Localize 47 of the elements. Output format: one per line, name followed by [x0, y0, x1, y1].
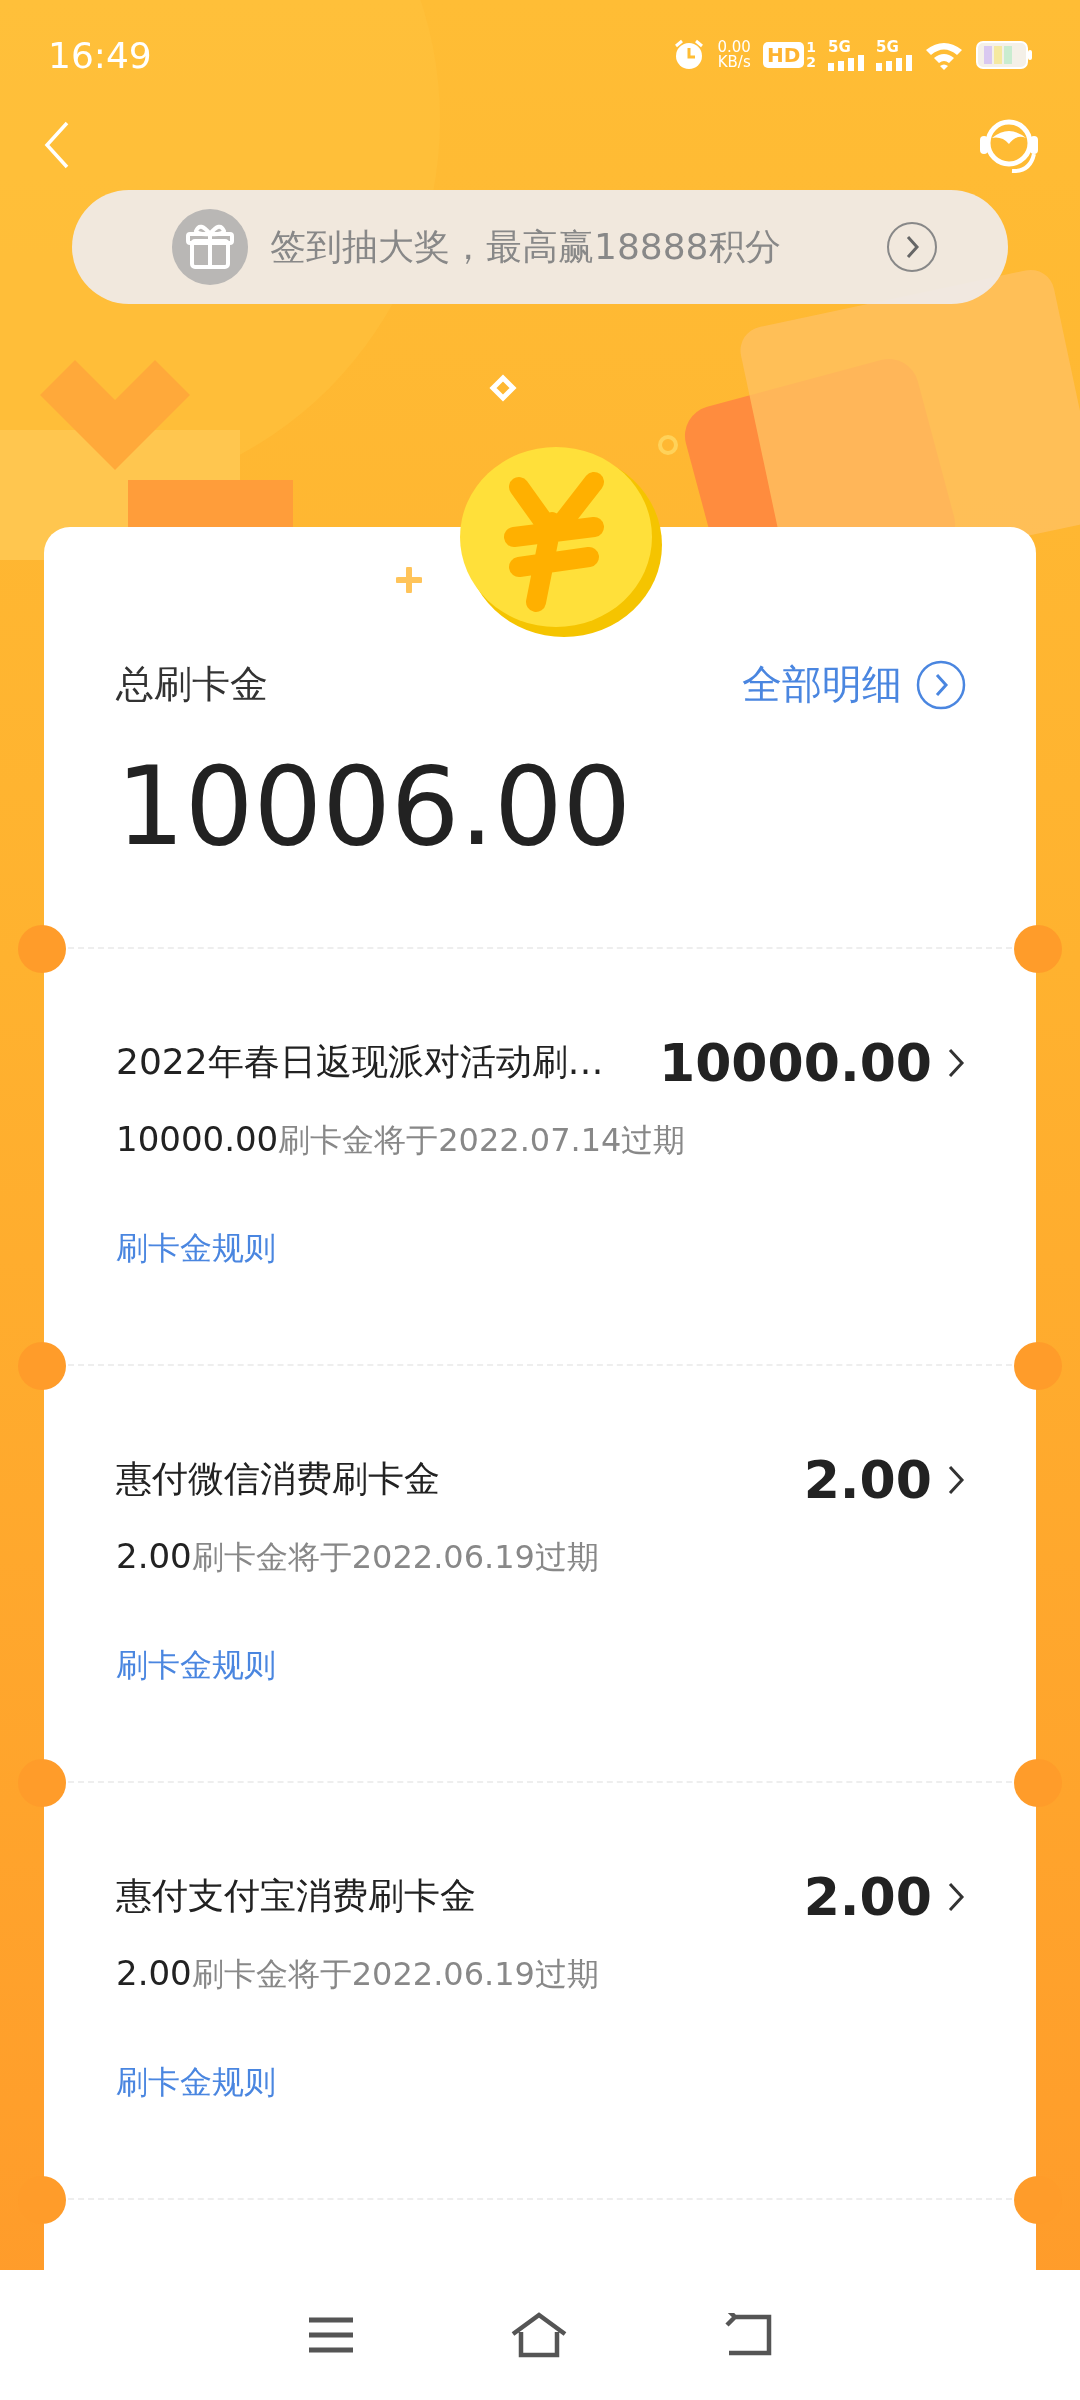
ticket-notch: [18, 924, 66, 973]
wifi-icon: [924, 40, 964, 70]
item-title: 惠付微信消费刷卡金: [116, 1457, 441, 1502]
sim-slot-label: 2: [806, 55, 816, 70]
network-type: 5G: [876, 39, 899, 55]
signal-icon: [876, 55, 912, 71]
chevron-circle-icon: [916, 659, 966, 710]
item-amount: 10000.00: [658, 1032, 932, 1093]
ticket-notch: [18, 1341, 66, 1390]
expiry-text: 刷卡金将于2022.06.19过期: [191, 1536, 599, 1578]
menu-icon[interactable]: [307, 2315, 356, 2355]
rules-link[interactable]: 刷卡金规则: [116, 1643, 276, 1688]
item-title: 惠付支付宝消费刷卡金: [116, 1874, 477, 1919]
gift-icon: [172, 209, 248, 285]
item-title: 2022年春日返现派对活动刷…: [116, 1040, 605, 1085]
battery-icon: [976, 40, 1032, 70]
signal-icon: [828, 55, 864, 71]
expiry-amount: 10000.00: [116, 1118, 279, 1159]
ticket-notch: [1014, 1341, 1062, 1390]
rules-link[interactable]: 刷卡金规则: [116, 2060, 276, 2105]
home-icon[interactable]: [510, 2312, 568, 2358]
promo-banner[interactable]: 签到抽大奖，最高赢18888积分: [72, 190, 1008, 304]
chevron-circle-icon: [886, 221, 938, 273]
expiry-text: 刷卡金将于2022.06.19过期: [191, 1953, 599, 1995]
sim-slot-label: 1: [806, 40, 816, 55]
total-label: 总刷卡金: [116, 661, 268, 708]
expiry-amount: 2.00: [116, 1952, 192, 1993]
sparkle-icon: [396, 567, 422, 593]
hd-badge: HD: [762, 42, 805, 68]
balance-item[interactable]: 2022年春日返现派对活动刷… 10000.00: [116, 1032, 966, 1093]
balance-item[interactable]: 惠付微信消费刷卡金 2.00: [116, 1449, 966, 1510]
net-speed-unit: KB/s: [717, 55, 751, 70]
expiry-text: 刷卡金将于2022.07.14过期: [278, 1119, 686, 1161]
ticket-notch: [1014, 924, 1062, 973]
rules-link[interactable]: 刷卡金规则: [116, 1226, 276, 1271]
status-time: 16:49: [48, 34, 152, 76]
ticket-notch: [1014, 1758, 1062, 1807]
network-type: 5G: [828, 39, 851, 55]
ticket-notch: [18, 1758, 66, 1807]
banner-text: 签到抽大奖，最高赢18888积分: [270, 224, 782, 269]
expiry-amount: 2.00: [116, 1535, 192, 1576]
details-link[interactable]: 全部明细: [742, 657, 966, 712]
item-amount: 2.00: [803, 1866, 932, 1927]
total-amount: 10006.00: [116, 748, 633, 867]
net-speed: 0.00: [717, 40, 751, 55]
item-amount: 2.00: [803, 1449, 932, 1510]
balance-item[interactable]: 惠付支付宝消费刷卡金 2.00: [116, 1866, 966, 1927]
